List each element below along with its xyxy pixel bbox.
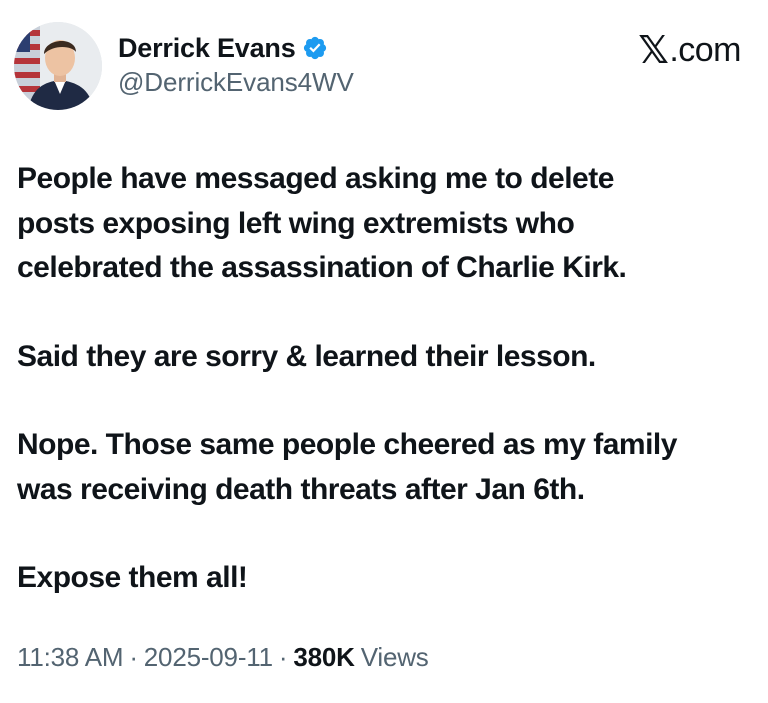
brand-logo: 𝕏 .com [638,28,741,72]
views-count[interactable]: 380K [293,642,355,673]
tweet-paragraph: Expose them all! [17,561,248,594]
verified-badge-icon [302,35,328,61]
tweet-card: Derrick Evans @DerrickEvans4WV 𝕏 .com Pe… [0,0,768,703]
avatar-image [14,22,102,110]
tweet-text: People have messaged asking me to delete… [17,157,762,645]
author-handle[interactable]: @DerrickEvans4WV [118,67,354,98]
views-label: Views [360,642,429,672]
tweet-meta: 11:38 AM · 2025-09-11 · 380K Views [17,642,429,673]
meta-separator: · [129,642,138,672]
avatar[interactable] [14,22,102,110]
name-row: Derrick Evans [118,29,354,67]
meta-separator: · [278,642,288,672]
author-info: Derrick Evans @DerrickEvans4WV [118,29,354,98]
tweet-paragraph: Nope. Those same people cheered as my fa… [17,428,677,506]
tweet-paragraph: People have messaged asking me to delete… [17,162,627,284]
author-display-name[interactable]: Derrick Evans [118,33,296,64]
tweet-date[interactable]: 2025-09-11 [144,642,273,673]
tweet-time[interactable]: 11:38 AM [17,642,124,673]
x-logo-icon: 𝕏 [638,28,669,72]
brand-label: .com [669,30,741,69]
tweet-paragraph: Said they are sorry & learned their less… [17,339,596,373]
